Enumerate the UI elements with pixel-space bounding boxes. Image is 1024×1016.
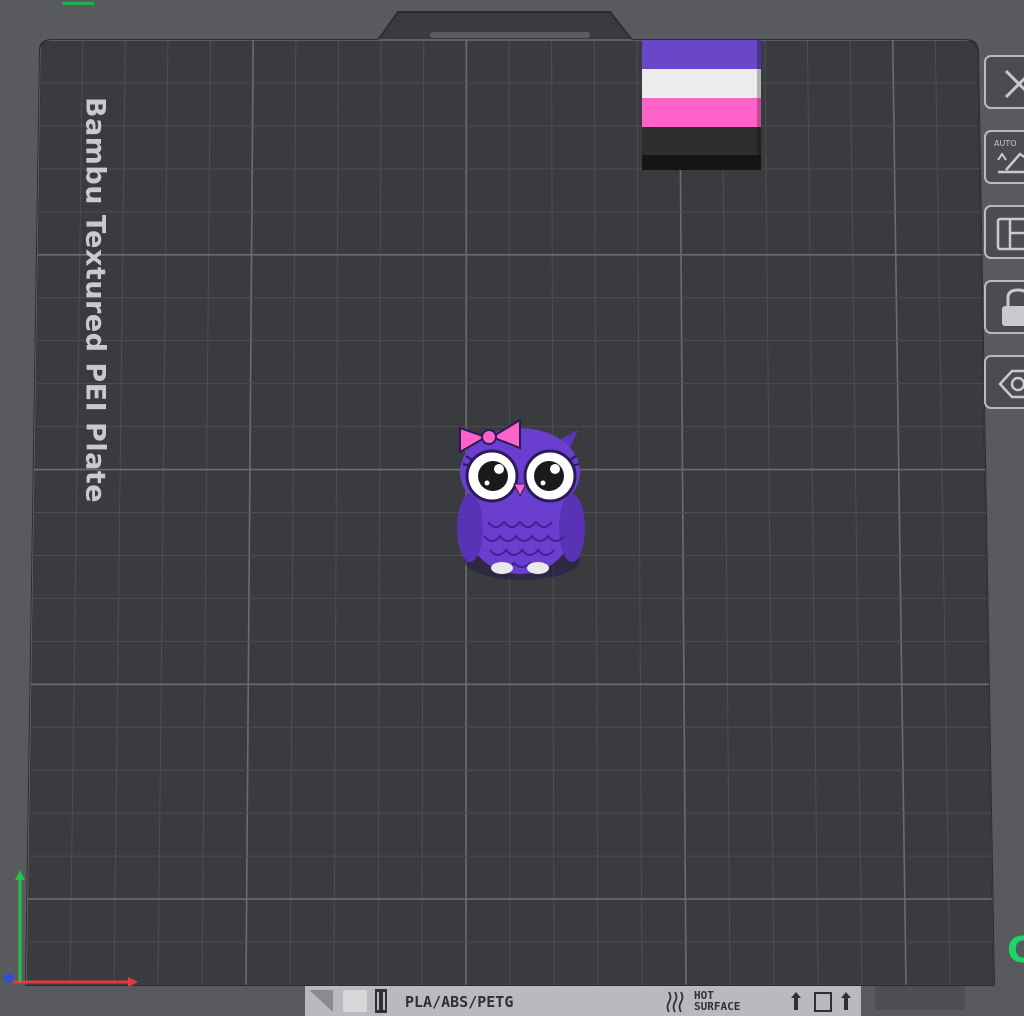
auto-orient-icon: AUTO [994, 139, 1024, 174]
3d-viewport[interactable] [0, 0, 1024, 1016]
corner-label: C [1007, 930, 1024, 971]
arrange-button[interactable] [984, 205, 1024, 259]
arrow-up-icon-2 [841, 992, 851, 1010]
plate-notch-handle [430, 32, 590, 38]
plate-outline-icon [814, 992, 832, 1012]
cut-button[interactable] [984, 355, 1024, 409]
material-label: PLA/ABS/PETG [405, 993, 514, 1011]
plate-corner-tab [875, 986, 965, 1010]
y-axis-arrow [15, 870, 25, 880]
plate-label: Bambu Textured PEI Plate [79, 96, 111, 504]
auto-orient-button[interactable]: AUTO [984, 130, 1024, 184]
z-axis-dot [4, 973, 14, 983]
flag-stack-object[interactable] [642, 40, 761, 170]
close-icon [1004, 69, 1024, 99]
heat-icon [666, 991, 684, 1013]
owl-object[interactable] [457, 418, 585, 580]
plate-footer [305, 986, 861, 1016]
cut-icon [998, 369, 1024, 399]
arrange-icon [996, 217, 1024, 251]
auto-badge: AUTO [994, 139, 1017, 148]
lock-icon [1002, 288, 1024, 326]
origin-marker [62, 2, 94, 5]
arrow-up-icon-1 [791, 992, 801, 1010]
footer-graphics [309, 989, 851, 1013]
lock-button[interactable] [984, 280, 1024, 334]
close-button[interactable] [984, 55, 1024, 109]
surface-label: SURFACE [694, 1000, 741, 1013]
